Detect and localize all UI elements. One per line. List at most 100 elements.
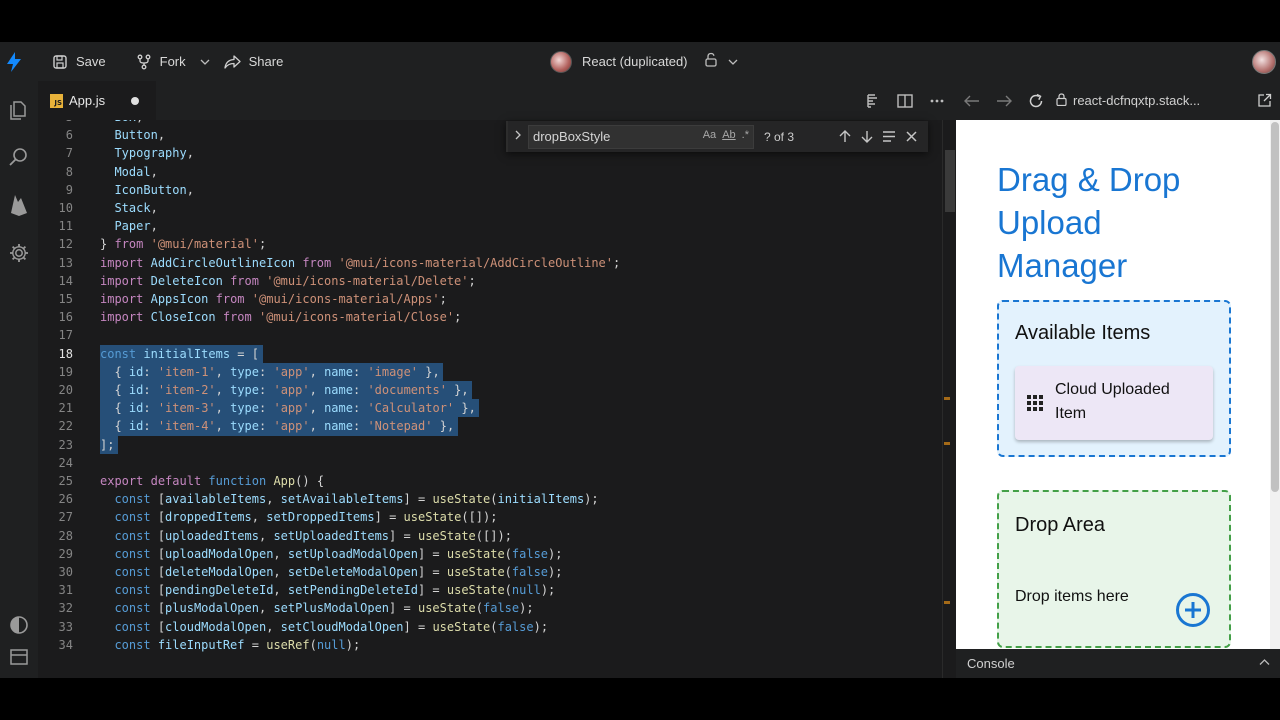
chevron-up-icon[interactable] (1259, 655, 1270, 669)
preview-url-bar[interactable]: react-dcfnqxtp.stack... (1056, 92, 1226, 109)
code-text: import DeleteIcon from '@mui/icons-mater… (100, 273, 476, 288)
code-line[interactable]: 25 export default function App() { (38, 472, 942, 490)
code-line[interactable]: 18 const initialItems = [ (38, 344, 942, 363)
whole-word-toggle[interactable]: Ab (722, 129, 735, 141)
reload-icon[interactable] (1020, 81, 1052, 120)
next-match-icon[interactable] (856, 126, 878, 148)
activity-bar (0, 81, 38, 678)
line-number: 23 (58, 437, 73, 452)
code-text: const [deleteModalOpen, setDeleteModalOp… (114, 565, 563, 579)
line-number: 21 (58, 401, 73, 416)
search-icon[interactable] (5, 143, 33, 171)
close-find-icon[interactable] (900, 126, 922, 148)
code-text: { id: 'item-2', type: 'app', name: 'docu… (114, 383, 469, 397)
find-input[interactable]: dropBoxStyle Aa Ab .* (528, 124, 754, 149)
share-button[interactable]: Share (214, 47, 294, 77)
back-arrow-icon[interactable] (956, 81, 988, 120)
find-in-selection-icon[interactable] (878, 126, 900, 148)
code-editor[interactable]: 5 Box,6 Button,7 Typography,8 Modal,9 Ic… (38, 120, 942, 678)
save-button[interactable]: Save (42, 47, 116, 77)
code-text: const [droppedItems, setDroppedItems] = … (114, 510, 498, 525)
code-line[interactable]: 9 IconButton, (38, 181, 942, 199)
fork-options-button[interactable] (196, 47, 214, 77)
drop-area-title: Drop Area (1015, 514, 1106, 536)
code-line[interactable]: 19 { id: 'item-1', type: 'app', name: 'i… (38, 362, 942, 381)
find-widget: dropBoxStyle Aa Ab .* ? of 3 (506, 121, 928, 152)
theme-toggle-icon[interactable] (5, 611, 33, 639)
code-line[interactable]: 15 import AppsIcon from '@mui/icons-mater… (38, 290, 942, 308)
files-icon[interactable] (5, 95, 33, 123)
code-line[interactable]: 33 const [cloudModalOpen, setCloudModalO… (38, 618, 942, 636)
code-line[interactable]: 31 const [pendingDeleteId, setPendingDel… (38, 581, 942, 599)
code-line[interactable]: 26 const [availableItems, setAvailableIt… (38, 490, 942, 508)
project-title-area[interactable]: React (duplicated) (550, 42, 738, 81)
code-text: const [plusModalOpen, setPlusModalOpen] … (114, 601, 534, 616)
tab-label: App.js (69, 93, 106, 108)
line-number: 22 (58, 419, 73, 434)
code-line[interactable]: 11 Paper, (38, 217, 942, 235)
code-text: IconButton, (114, 182, 194, 197)
line-number: 6 (65, 128, 73, 143)
more-options-icon[interactable] (928, 92, 946, 110)
line-number: 32 (58, 601, 73, 616)
code-line[interactable]: 29 const [uploadModalOpen, setUploadModa… (38, 545, 942, 563)
console-label: Console (967, 656, 1015, 671)
code-text: const [uploadedItems, setUploadedItems] … (114, 528, 512, 543)
code-line[interactable]: 27 const [droppedItems, setDroppedItems]… (38, 508, 942, 526)
forward-arrow-icon[interactable] (988, 81, 1020, 120)
code-line[interactable]: 16 import CloseIcon from '@mui/icons-mate… (38, 308, 942, 326)
code-line[interactable]: 21 { id: 'item-3', type: 'app', name: 'C… (38, 399, 942, 418)
top-toolbar: Save Fork Share React (duplicated) (0, 42, 1280, 81)
code-line[interactable]: 14 import DeleteIcon from '@mui/icons-mat… (38, 272, 942, 290)
code-text: import AddCircleOutlineIcon from '@mui/i… (100, 255, 621, 270)
code-line[interactable]: 17 (38, 326, 942, 344)
console-bar[interactable]: Console (956, 649, 1280, 678)
line-number: 17 (58, 328, 73, 343)
settings-gear-icon[interactable] (5, 239, 33, 267)
regex-toggle[interactable]: .* (742, 129, 749, 141)
code-line[interactable]: 24 (38, 454, 942, 472)
code-text: ]; (100, 437, 115, 452)
code-line[interactable]: 8 Modal, (38, 163, 942, 181)
code-line[interactable]: 20 { id: 'item-2', type: 'app', name: 'd… (38, 381, 942, 400)
match-case-toggle[interactable]: Aa (703, 129, 716, 141)
code-text: import CloseIcon from '@mui/icons-materi… (100, 310, 462, 325)
drop-area-box[interactable]: Drop Area Drop items here (997, 490, 1231, 648)
fork-button[interactable]: Fork (126, 47, 196, 77)
split-editor-icon[interactable] (896, 92, 914, 110)
stackblitz-logo-icon[interactable] (0, 42, 28, 81)
preview-scrollbar[interactable] (1270, 120, 1280, 649)
previous-match-icon[interactable] (834, 126, 856, 148)
code-line[interactable]: 13 import AddCircleOutlineIcon from '@mui… (38, 254, 942, 272)
prettier-format-icon[interactable] (864, 92, 882, 110)
line-number: 15 (58, 292, 73, 306)
unlock-icon (704, 52, 718, 72)
code-text: export default function App() { (100, 474, 325, 488)
editor-scroll-thumb[interactable] (945, 150, 955, 212)
tab-app-js[interactable]: JS App.js (38, 81, 156, 120)
line-number: 33 (58, 619, 73, 634)
code-line[interactable]: 32 const [plusModalOpen, setPlusModalOpe… (38, 599, 942, 617)
unsaved-dot-icon[interactable] (131, 96, 140, 105)
panel-layout-icon[interactable] (5, 643, 33, 671)
preview-scroll-thumb[interactable] (1271, 122, 1279, 492)
code-line[interactable]: 28 const [uploadedItems, setUploadedItem… (38, 527, 942, 545)
editor-scrollbar[interactable] (942, 120, 956, 678)
code-line[interactable]: 12} from '@mui/material'; (38, 235, 942, 253)
save-icon (52, 54, 68, 70)
code-line[interactable]: 23]; (38, 435, 942, 454)
project-avatar (550, 50, 572, 73)
code-line[interactable]: 22 { id: 'item-4', type: 'app', name: 'N… (38, 417, 942, 436)
find-query: dropBoxStyle (533, 129, 611, 144)
code-line[interactable]: 10 Stack, (38, 199, 942, 217)
user-avatar[interactable] (1252, 50, 1276, 74)
open-in-new-window-icon[interactable] (1248, 81, 1280, 120)
available-items-box: Available Items Cloud Uploaded Item (997, 300, 1231, 457)
firebase-icon[interactable] (5, 191, 33, 219)
toggle-replace-icon[interactable] (508, 130, 528, 143)
code-line[interactable]: 30 const [deleteModalOpen, setDeleteModa… (38, 563, 942, 581)
draggable-item-card[interactable]: Cloud Uploaded Item (1015, 366, 1213, 440)
line-number: 11 (58, 219, 73, 234)
code-line[interactable]: 34 const fileInputRef = useRef(null); (38, 636, 942, 654)
add-circle-outline-icon[interactable] (1175, 592, 1211, 628)
